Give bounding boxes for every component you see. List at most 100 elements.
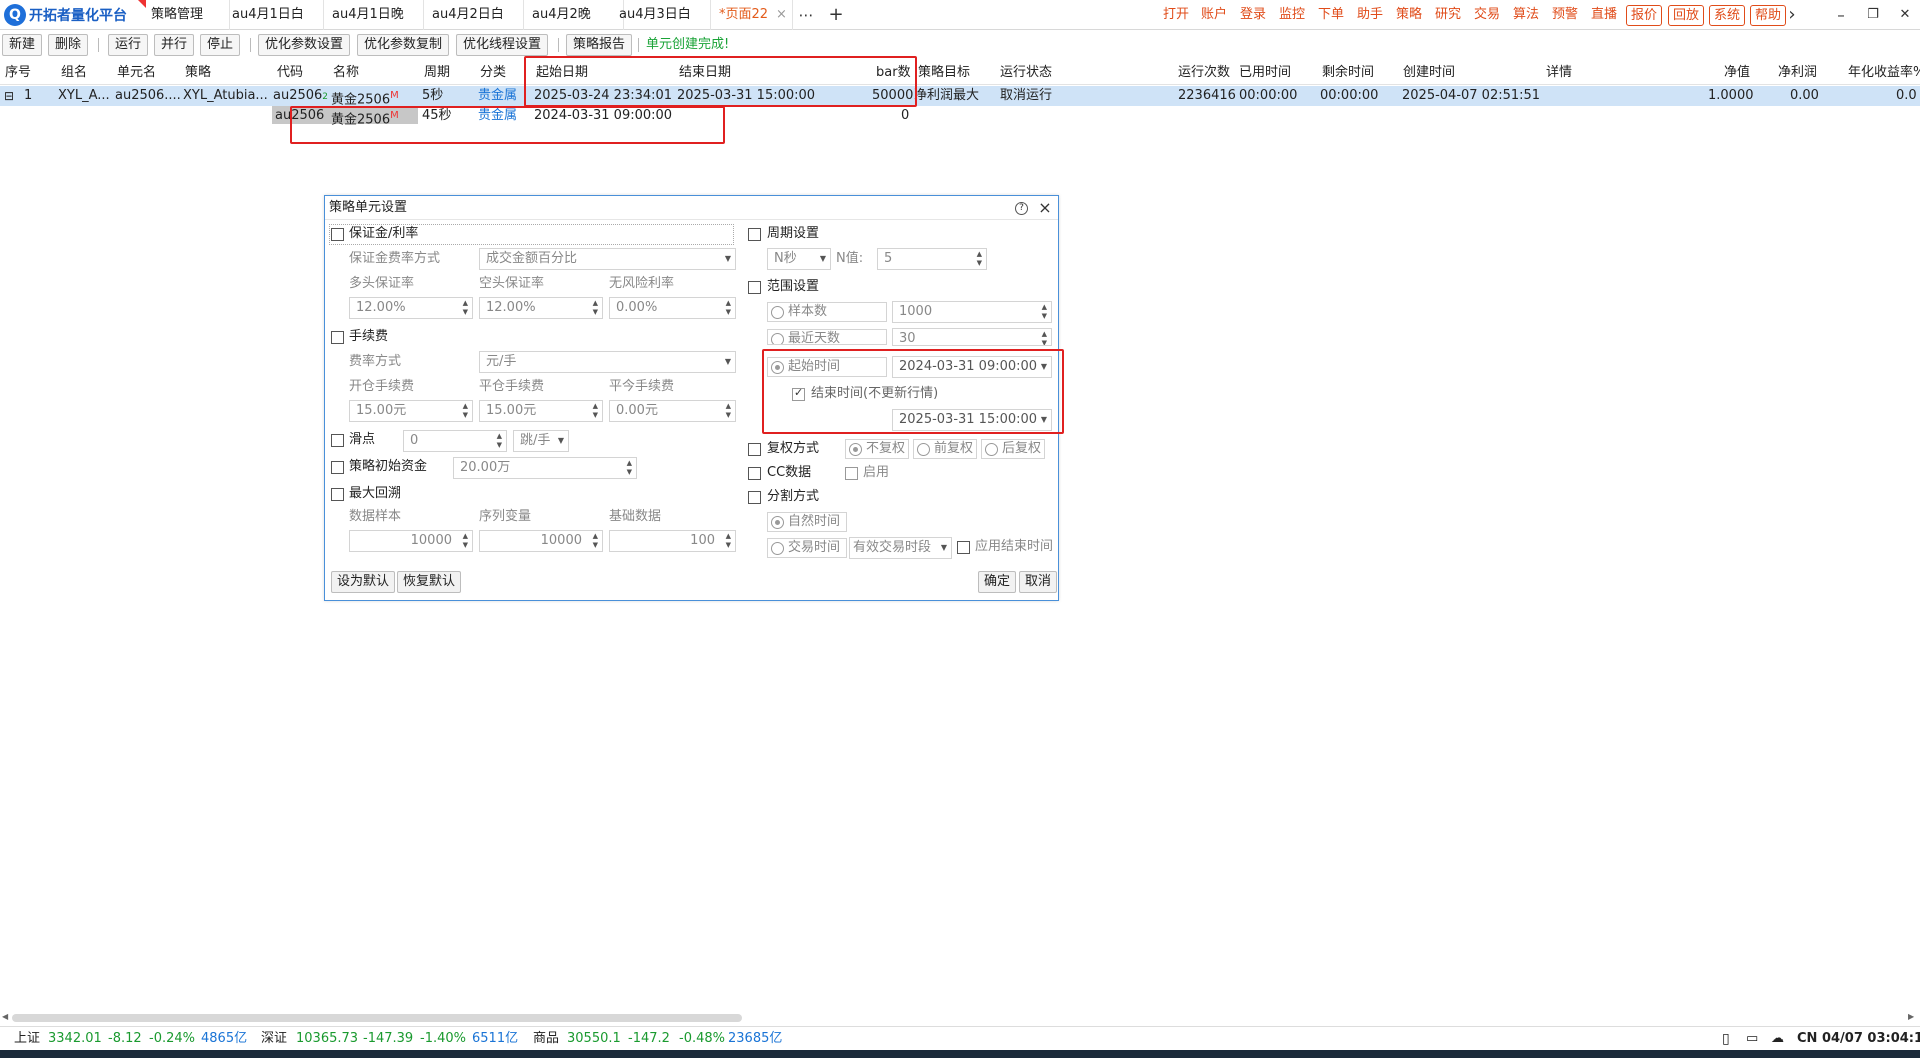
optimize-params-setting-button[interactable]: 优化参数设置 — [258, 34, 351, 56]
optimize-params-copy-button[interactable]: 优化参数复制 — [357, 34, 450, 56]
dialog-close-icon[interactable]: × — [1037, 200, 1053, 216]
risk-free-input[interactable]: 0.00% ▲ ▼ — [609, 297, 736, 319]
nav-replay[interactable]: 回放 — [1668, 5, 1705, 26]
fee-mode-select[interactable]: 元/手 ▼ — [479, 351, 736, 373]
col-annual-return[interactable]: 年化收益率% — [1848, 61, 1920, 85]
col-seq[interactable]: 序号 — [5, 61, 31, 85]
nav-assistant[interactable]: 助手 — [1357, 0, 1383, 30]
delete-button[interactable]: 删除 — [48, 34, 89, 56]
lookback-checkbox[interactable] — [331, 488, 344, 501]
n-value-input[interactable]: 5 ▲ ▼ — [877, 248, 987, 270]
col-category[interactable]: 分类 — [480, 61, 506, 85]
run-button[interactable]: 运行 — [108, 34, 149, 56]
sh-label[interactable]: 上证 — [14, 1027, 40, 1051]
scroll-right-icon[interactable]: ▶ — [1908, 1012, 1914, 1021]
col-code[interactable]: 代码 — [277, 61, 303, 85]
recent-days-radio[interactable]: 最近天数 — [767, 329, 887, 345]
app-logo[interactable]: Q 开拓者量化平台 — [0, 0, 146, 30]
capital-checkbox[interactable] — [331, 461, 344, 474]
minimize-icon[interactable]: – — [1826, 0, 1856, 30]
series-var-input[interactable]: 10000 ▲ ▼ — [479, 530, 603, 552]
tab-au-apr3-day[interactable]: au4月3日白 — [611, 0, 711, 30]
col-status[interactable]: 运行状态 — [1000, 61, 1052, 85]
tab-au-apr2-night[interactable]: au4月2晚 — [524, 0, 624, 30]
scroll-left-icon[interactable]: ◀ — [2, 1012, 8, 1021]
restore-icon[interactable]: ❐ — [1858, 0, 1888, 30]
trade-time-radio[interactable]: 交易时间 — [767, 538, 847, 558]
sz-label[interactable]: 深证 — [261, 1027, 287, 1051]
trade-session-select[interactable]: 有效交易时段 ▼ — [849, 537, 952, 559]
col-unit[interactable]: 单元名 — [117, 61, 156, 85]
long-margin-input[interactable]: 12.00% ▲ ▼ — [349, 297, 473, 319]
stop-button[interactable]: 停止 — [200, 34, 241, 56]
table-row[interactable]: ⊟ 1 XYL_A... au2506.... XYL_Atubia... au… — [0, 86, 1920, 107]
ok-button[interactable]: 确定 — [978, 571, 1017, 593]
slippage-input[interactable]: 0 ▲ ▼ — [403, 430, 507, 452]
nav-alert[interactable]: 预警 — [1552, 0, 1578, 30]
scrollbar-thumb[interactable] — [12, 1014, 742, 1022]
col-nav[interactable]: 净值 — [1724, 61, 1750, 85]
margin-mode-select[interactable]: 成交金额百分比 ▼ — [479, 248, 736, 270]
collapse-icon[interactable]: ⊟ — [4, 86, 14, 106]
close-icon[interactable]: × — [776, 7, 787, 22]
col-period[interactable]: 周期 — [424, 61, 450, 85]
col-group[interactable]: 组名 — [61, 61, 87, 85]
col-created-time[interactable]: 创建时间 — [1403, 61, 1455, 85]
window-close-icon[interactable]: ✕ — [1890, 0, 1920, 30]
range-checkbox[interactable] — [748, 281, 761, 294]
nav-strategy[interactable]: 策略 — [1396, 0, 1422, 30]
nav-system[interactable]: 系统 — [1709, 5, 1746, 26]
commodity-label[interactable]: 商品 — [533, 1027, 559, 1051]
open-fee-input[interactable]: 15.00元 ▲ ▼ — [349, 400, 473, 422]
capital-input[interactable]: 20.00万 ▲ ▼ — [453, 457, 637, 479]
col-name[interactable]: 名称 — [333, 61, 359, 85]
col-target[interactable]: 策略目标 — [918, 61, 970, 85]
tab-au-apr1-day[interactable]: au4月1日白 — [224, 0, 324, 30]
nav-open[interactable]: 打开 — [1163, 0, 1189, 30]
data-sample-input[interactable]: 10000 ▲ ▼ — [349, 530, 473, 552]
cloud-icon[interactable]: ☁ — [1771, 1027, 1784, 1051]
slippage-unit-select[interactable]: 跳/手 ▼ — [513, 430, 569, 452]
base-data-input[interactable]: 100 ▲ ▼ — [609, 530, 736, 552]
samples-radio[interactable]: 样本数 — [767, 302, 887, 322]
col-runs[interactable]: 运行次数 — [1178, 61, 1230, 85]
cell-category[interactable]: 贵金属 — [478, 86, 517, 106]
nav-live[interactable]: 直播 — [1591, 0, 1617, 30]
period-checkbox[interactable] — [748, 228, 761, 241]
split-checkbox[interactable] — [748, 491, 761, 504]
col-net-profit[interactable]: 净利润 — [1778, 61, 1817, 85]
tab-au-apr1-night[interactable]: au4月1日晚 — [324, 0, 424, 30]
recent-days-input[interactable]: 30 ▲ ▼ — [892, 328, 1052, 346]
nav-order[interactable]: 下单 — [1318, 0, 1344, 30]
phone-icon[interactable]: ▯ — [1722, 1027, 1730, 1051]
tab-au-apr2-day[interactable]: au4月2日白 — [424, 0, 524, 30]
help-icon[interactable]: ? — [1015, 202, 1028, 215]
nav-help[interactable]: 帮助 — [1750, 5, 1787, 26]
restore-default-button[interactable]: 恢复默认 — [397, 571, 462, 593]
col-detail[interactable]: 详情 — [1546, 61, 1572, 85]
period-unit-select[interactable]: N秒 ▼ — [767, 248, 831, 270]
nav-monitor[interactable]: 监控 — [1279, 0, 1305, 30]
col-remaining-time[interactable]: 剩余时间 — [1322, 61, 1374, 85]
cc-enable-checkbox[interactable] — [845, 467, 858, 480]
nav-login[interactable]: 登录 — [1240, 0, 1266, 30]
nav-account[interactable]: 账户 — [1201, 0, 1227, 30]
new-button[interactable]: 新建 — [2, 34, 43, 56]
optimize-thread-setting-button[interactable]: 优化线程设置 — [456, 34, 549, 56]
col-used-time[interactable]: 已用时间 — [1239, 61, 1291, 85]
strategy-report-button[interactable]: 策略报告 — [566, 34, 633, 56]
close-fee-input[interactable]: 15.00元 ▲ ▼ — [479, 400, 603, 422]
tab-page22[interactable]: *页面22 × — [711, 0, 793, 30]
nav-algo[interactable]: 算法 — [1513, 0, 1539, 30]
add-tab-icon[interactable]: + — [821, 0, 851, 30]
more-tabs-icon[interactable]: ⋯ — [791, 0, 821, 30]
nav-trade[interactable]: 交易 — [1474, 0, 1500, 30]
short-margin-input[interactable]: 12.00% ▲ ▼ — [479, 297, 603, 319]
horizontal-scrollbar[interactable]: ◀ ▶ — [0, 1012, 1920, 1024]
cc-data-checkbox[interactable] — [748, 467, 761, 480]
tab-strategy-manage[interactable]: 策略管理 — [143, 0, 230, 30]
col-strategy[interactable]: 策略 — [185, 61, 211, 85]
natural-time-radio[interactable]: 自然时间 — [767, 512, 847, 532]
today-fee-input[interactable]: 0.00元 ▲ ▼ — [609, 400, 736, 422]
adjust-forward-radio[interactable]: 前复权 — [913, 439, 977, 459]
